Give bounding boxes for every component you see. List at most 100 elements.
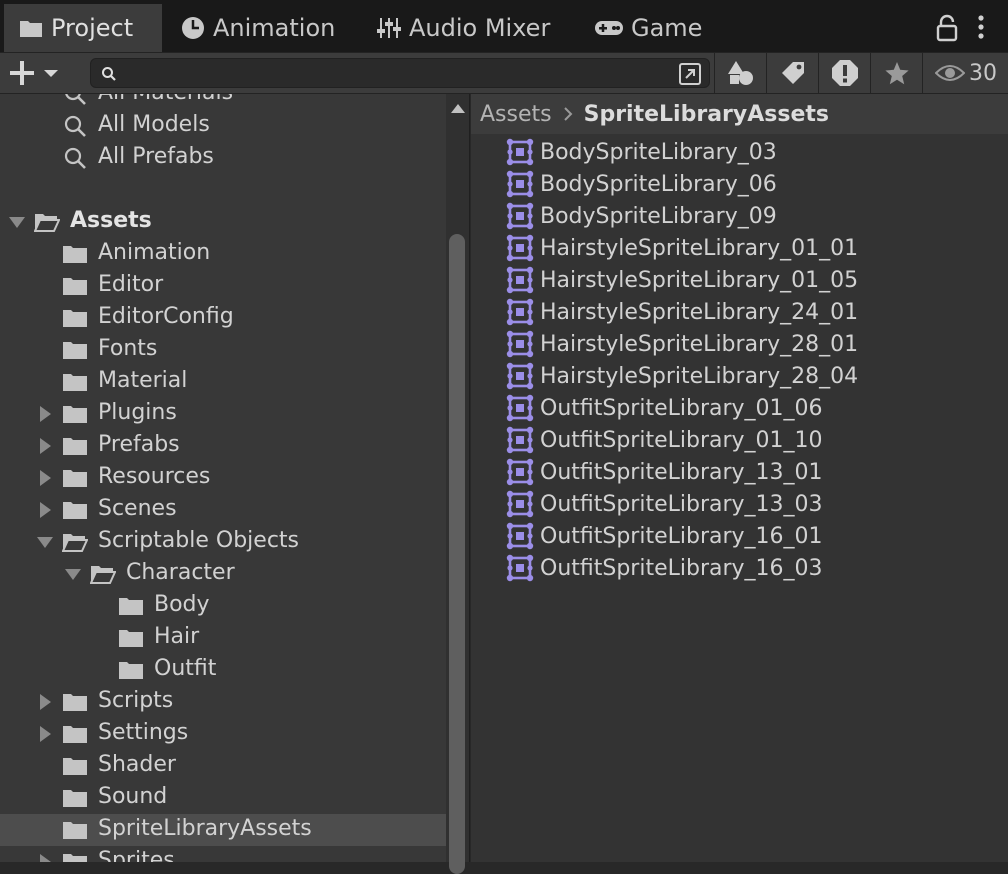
folder-open-icon bbox=[62, 530, 88, 554]
collapsed-arrow-icon[interactable] bbox=[36, 693, 54, 711]
tree-item-character[interactable]: Character bbox=[0, 558, 446, 590]
warning-octagon-icon bbox=[832, 60, 858, 86]
sprite-library-icon bbox=[505, 490, 535, 518]
create-button[interactable] bbox=[8, 57, 68, 89]
search-by-label-button[interactable] bbox=[766, 53, 819, 93]
asset-item[interactable]: BodySpriteLibrary_03 bbox=[505, 136, 777, 168]
tab-animation[interactable]: Animation bbox=[176, 4, 346, 52]
sprite-library-icon bbox=[505, 362, 535, 390]
tree-item-fonts[interactable]: Fonts bbox=[0, 334, 446, 366]
collapsed-arrow-icon[interactable] bbox=[36, 725, 54, 743]
hidden-packages-count: 30 bbox=[969, 60, 997, 86]
tree-item-spritelibraryassets[interactable]: SpriteLibraryAssets bbox=[0, 814, 446, 846]
tree-item-all-prefabs[interactable]: All Prefabs bbox=[0, 142, 446, 174]
asset-item[interactable]: OutfitSpriteLibrary_01_06 bbox=[505, 392, 823, 424]
tree-item-editorconfig[interactable]: EditorConfig bbox=[0, 302, 446, 334]
folder-icon bbox=[118, 594, 144, 618]
tree-item-scenes[interactable]: Scenes bbox=[0, 494, 446, 526]
tree-item-label: Scriptable Objects bbox=[98, 528, 300, 553]
expanded-arrow-icon[interactable] bbox=[64, 565, 82, 583]
breadcrumb-assets[interactable]: Assets bbox=[480, 102, 552, 127]
scroll-up-arrow-icon[interactable] bbox=[450, 102, 466, 114]
tab-label: Audio Mixer bbox=[409, 14, 551, 42]
folder-icon bbox=[118, 626, 144, 650]
breadcrumb-current-folder[interactable]: SpriteLibraryAssets bbox=[584, 102, 829, 127]
tree-item-label: Hair bbox=[154, 624, 200, 649]
asset-name: OutfitSpriteLibrary_16_01 bbox=[540, 523, 823, 549]
asset-item[interactable]: OutfitSpriteLibrary_13_01 bbox=[505, 456, 823, 488]
tree-item-all-materials[interactable]: All Materials bbox=[0, 94, 446, 110]
collapsed-arrow-icon[interactable] bbox=[36, 501, 54, 519]
tree-item-prefabs[interactable]: Prefabs bbox=[0, 430, 446, 462]
tree-item-body[interactable]: Body bbox=[0, 590, 446, 622]
sprite-library-icon bbox=[505, 330, 535, 358]
tree-item-all-models[interactable]: All Models bbox=[0, 110, 446, 142]
asset-item[interactable]: OutfitSpriteLibrary_01_10 bbox=[505, 424, 823, 456]
tree-item-hair[interactable]: Hair bbox=[0, 622, 446, 654]
sprite-library-icon bbox=[505, 138, 535, 166]
tree-item-outfit[interactable]: Outfit bbox=[0, 654, 446, 686]
log-types-button[interactable] bbox=[818, 53, 871, 93]
sprite-library-icon bbox=[505, 522, 535, 550]
tab-game[interactable]: Game bbox=[590, 4, 720, 52]
tree-item-assets[interactable]: Assets bbox=[0, 206, 446, 238]
search-input[interactable] bbox=[123, 59, 667, 89]
search-icon bbox=[102, 67, 116, 81]
tree-item-scriptable-objects[interactable]: Scriptable Objects bbox=[0, 526, 446, 558]
asset-item[interactable]: OutfitSpriteLibrary_16_03 bbox=[505, 552, 823, 584]
asset-name: OutfitSpriteLibrary_16_03 bbox=[540, 555, 823, 581]
asset-item[interactable]: HairstyleSpriteLibrary_28_01 bbox=[505, 328, 858, 360]
asset-item[interactable]: HairstyleSpriteLibrary_01_01 bbox=[505, 232, 858, 264]
tree-item-material[interactable]: Material bbox=[0, 366, 446, 398]
tab-project[interactable]: Project bbox=[4, 4, 162, 52]
asset-item[interactable]: BodySpriteLibrary_09 bbox=[505, 200, 777, 232]
expanded-arrow-icon[interactable] bbox=[8, 213, 26, 231]
more-options-icon[interactable] bbox=[972, 13, 990, 41]
tree-item-label: Assets bbox=[70, 208, 152, 233]
hidden-packages-toggle[interactable]: 30 bbox=[922, 53, 1008, 93]
tab-audio-mixer[interactable]: Audio Mixer bbox=[372, 4, 562, 52]
project-toolbar: 30 bbox=[0, 52, 1008, 94]
tree-item-shader[interactable]: Shader bbox=[0, 750, 446, 782]
open-search-window-icon[interactable] bbox=[678, 62, 702, 86]
collapsed-arrow-icon[interactable] bbox=[36, 853, 54, 862]
search-icon bbox=[62, 146, 88, 170]
asset-item[interactable]: HairstyleSpriteLibrary_24_01 bbox=[505, 296, 858, 328]
collapsed-arrow-icon[interactable] bbox=[36, 469, 54, 487]
lock-icon[interactable] bbox=[934, 14, 960, 42]
asset-item[interactable]: OutfitSpriteLibrary_16_01 bbox=[505, 520, 823, 552]
tree-item-scripts[interactable]: Scripts bbox=[0, 686, 446, 718]
asset-item[interactable]: BodySpriteLibrary_06 bbox=[505, 168, 777, 200]
tree-item-sprites[interactable]: Sprites bbox=[0, 846, 446, 862]
eye-icon bbox=[935, 65, 965, 81]
chevron-right-icon bbox=[563, 107, 573, 121]
tree-item-label: All Prefabs bbox=[98, 144, 214, 169]
asset-name: BodySpriteLibrary_09 bbox=[540, 203, 777, 229]
tree-item-plugins[interactable]: Plugins bbox=[0, 398, 446, 430]
folder-tree-scrollbar[interactable] bbox=[446, 94, 470, 874]
collapsed-arrow-icon[interactable] bbox=[36, 437, 54, 455]
asset-item[interactable]: OutfitSpriteLibrary_13_03 bbox=[505, 488, 823, 520]
tree-item-resources[interactable]: Resources bbox=[0, 462, 446, 494]
collapsed-arrow-icon[interactable] bbox=[36, 405, 54, 423]
tree-item-animation[interactable]: Animation bbox=[0, 238, 446, 270]
folder-icon bbox=[62, 690, 88, 714]
tree-item-label: Material bbox=[98, 368, 188, 393]
tree-item-editor[interactable]: Editor bbox=[0, 270, 446, 302]
scrollbar-thumb[interactable] bbox=[449, 234, 465, 874]
asset-item[interactable]: HairstyleSpriteLibrary_01_05 bbox=[505, 264, 858, 296]
folder-tree: All Materials All Models All Prefabs Assets… bbox=[0, 94, 446, 862]
tree-item-settings[interactable]: Settings bbox=[0, 718, 446, 750]
search-field[interactable] bbox=[90, 58, 710, 89]
search-by-type-button[interactable] bbox=[714, 53, 767, 93]
folder-icon bbox=[62, 306, 88, 330]
asset-item[interactable]: HairstyleSpriteLibrary_28_04 bbox=[505, 360, 858, 392]
tree-item-label: All Models bbox=[98, 112, 210, 137]
folder-icon bbox=[62, 786, 88, 810]
folder-icon bbox=[62, 274, 88, 298]
favorites-button[interactable] bbox=[870, 53, 923, 93]
tree-item-sound[interactable]: Sound bbox=[0, 782, 446, 814]
expanded-arrow-icon[interactable] bbox=[36, 533, 54, 551]
search-icon bbox=[62, 94, 88, 106]
